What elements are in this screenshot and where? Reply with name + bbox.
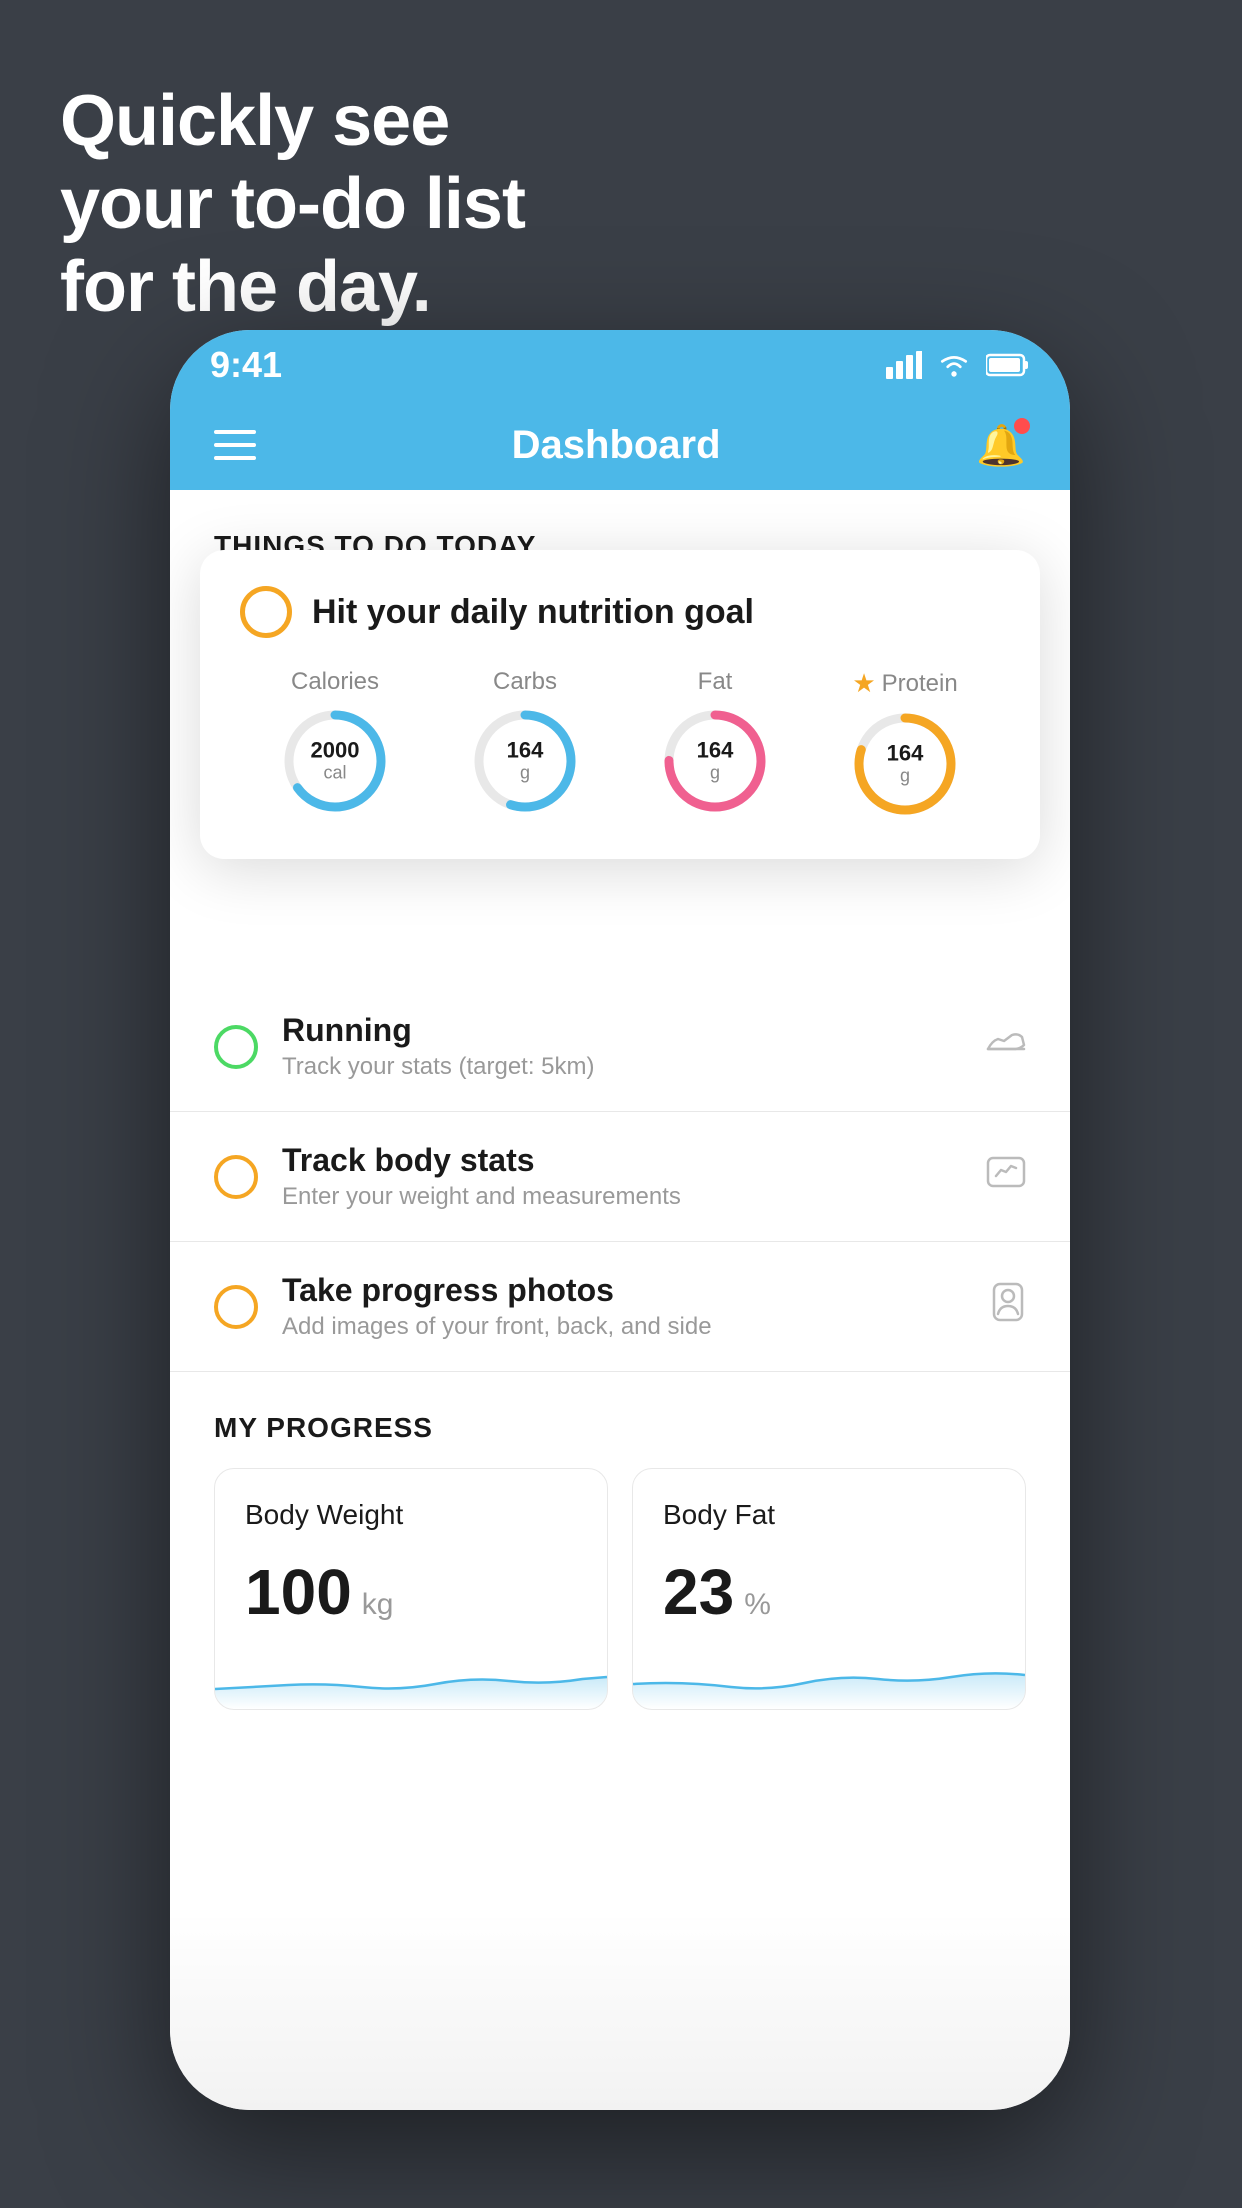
calories-ring: 2000 cal [280,706,390,816]
protein-unit: g [887,766,924,787]
fat-ring: 164 g [660,706,770,816]
scale-icon [986,1154,1026,1199]
status-bar: 9:41 [170,330,1070,400]
battery-icon [986,353,1030,377]
card-title-row: Hit your daily nutrition goal [240,586,1000,638]
todo-item-running[interactable]: Running Track your stats (target: 5km) [170,982,1070,1112]
todo-title-running: Running [282,1012,962,1049]
body-weight-chart [215,1649,607,1709]
fat-label: Fat [698,668,733,696]
body-weight-value: 100 [245,1555,352,1629]
carbs-value: 164 [507,738,544,762]
body-weight-value-row: 100 kg [245,1555,577,1629]
fat-unit: g [697,763,734,784]
signal-icon [886,351,922,379]
protein-ring: 164 g [850,709,960,819]
todo-title-body-stats: Track body stats [282,1142,962,1179]
nutrition-fat: Fat 164 g [660,668,770,816]
notification-dot [1014,418,1030,434]
todo-subtitle-body-stats: Enter your weight and measurements [282,1183,962,1211]
main-content: THINGS TO DO TODAY Hit your daily nutrit… [170,490,1070,2110]
todo-circle-body-stats [214,1155,258,1199]
calories-unit: cal [311,763,360,784]
progress-card-fat[interactable]: Body Fat 23 % [632,1468,1026,1710]
todo-text-photos: Take progress photos Add images of your … [282,1272,966,1341]
todo-subtitle-photos: Add images of your front, back, and side [282,1313,966,1341]
nutrition-row: Calories 2000 cal Carbs [240,668,1000,819]
body-fat-title: Body Fat [663,1499,995,1531]
body-fat-unit: % [744,1588,771,1622]
todo-text-body-stats: Track body stats Enter your weight and m… [282,1142,962,1211]
todo-text-running: Running Track your stats (target: 5km) [282,1012,962,1081]
body-fat-value-row: 23 % [663,1555,995,1629]
todo-item-body-stats[interactable]: Track body stats Enter your weight and m… [170,1112,1070,1242]
headline-text: Quickly see your to-do list for the day. [60,80,525,328]
progress-header: MY PROGRESS [214,1412,1026,1444]
shoe-icon [986,1026,1026,1068]
nutrition-protein: ★ Protein 164 g [850,668,960,819]
progress-card-weight[interactable]: Body Weight 100 kg [214,1468,608,1710]
todo-circle-running [214,1025,258,1069]
nutrition-card: Hit your daily nutrition goal Calories 2… [200,550,1040,859]
todo-item-photos[interactable]: Take progress photos Add images of your … [170,1242,1070,1372]
protein-label: Protein [882,670,958,698]
nav-title: Dashboard [512,423,721,468]
task-circle-nutrition[interactable] [240,586,292,638]
body-weight-unit: kg [362,1588,394,1622]
status-time: 9:41 [210,344,282,386]
card-title: Hit your daily nutrition goal [312,593,754,632]
nutrition-calories: Calories 2000 cal [280,668,390,816]
body-fat-value: 23 [663,1555,734,1629]
nutrition-carbs: Carbs 164 g [470,668,580,816]
star-icon: ★ [852,668,875,699]
progress-section: MY PROGRESS Body Weight 100 kg [170,1372,1070,1710]
calories-value: 2000 [311,738,360,762]
fat-value: 164 [697,738,734,762]
todo-circle-photos [214,1285,258,1329]
hamburger-menu[interactable] [214,430,256,460]
phone-frame: 9:41 [170,330,1070,2110]
body-fat-chart [633,1649,1025,1709]
person-icon [990,1282,1026,1331]
progress-cards: Body Weight 100 kg [214,1468,1026,1710]
calories-label: Calories [291,668,379,696]
bottom-shadow [170,1910,1070,2110]
protein-label-row: ★ Protein [852,668,957,699]
nav-bar: Dashboard 🔔 [170,400,1070,490]
todo-subtitle-running: Track your stats (target: 5km) [282,1053,962,1081]
status-icons [886,351,1030,379]
carbs-label: Carbs [493,668,557,696]
carbs-ring: 164 g [470,706,580,816]
carbs-unit: g [507,763,544,784]
todo-title-photos: Take progress photos [282,1272,966,1309]
notification-bell[interactable]: 🔔 [976,422,1026,469]
protein-value: 164 [887,741,924,765]
body-weight-title: Body Weight [245,1499,577,1531]
wifi-icon [936,351,972,379]
todo-list: Running Track your stats (target: 5km) T… [170,982,1070,1710]
